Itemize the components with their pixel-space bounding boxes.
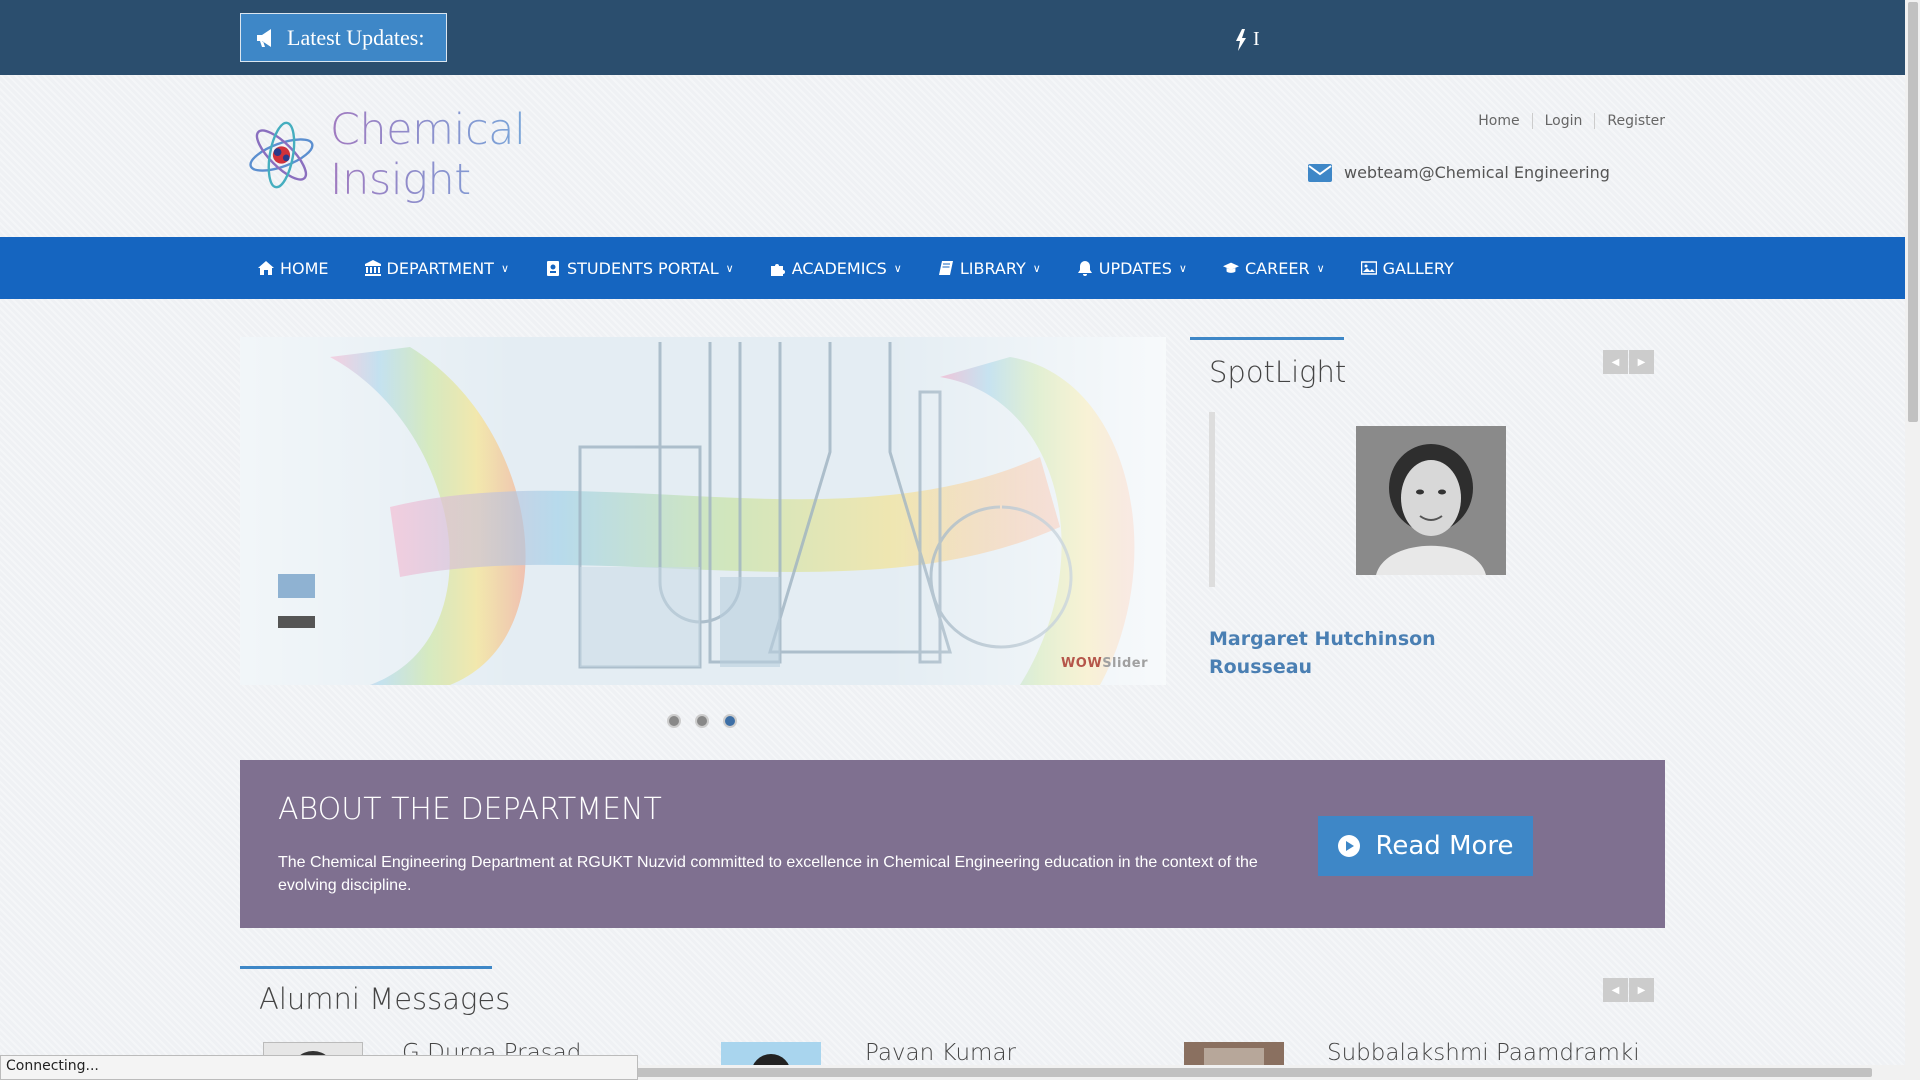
nav-gallery[interactable]: GALLERY — [1343, 237, 1472, 299]
about-title: ABOUT THE DEPARTMENT — [278, 792, 662, 827]
nav-label: LIBRARY — [959, 258, 1026, 278]
ticker-text: I — [1253, 28, 1260, 50]
contact-email[interactable]: webteam@Chemical Engineering — [1308, 163, 1610, 182]
login-link[interactable]: Login — [1531, 113, 1595, 129]
prev-arrow-icon[interactable]: ◀ — [1603, 978, 1628, 1002]
nav-home[interactable]: HOME — [240, 237, 347, 299]
nav-career[interactable]: CAREER ∨ — [1205, 237, 1343, 299]
logo-text: Chemical Insight — [330, 105, 665, 205]
vertical-scrollbar[interactable] — [1905, 0, 1920, 1080]
email-text: webteam@Chemical Engineering — [1344, 163, 1610, 182]
alumni-title: Alumni Messages — [259, 982, 511, 1016]
slider-dot-1[interactable] — [667, 714, 681, 728]
alumnus-name[interactable]: Pavan Kumar — [865, 1040, 1016, 1066]
watermark-a: WOW — [1060, 656, 1103, 671]
image-icon — [1360, 261, 1377, 275]
spotlight-accent-line — [1190, 337, 1344, 340]
nav-label: CAREER — [1244, 258, 1310, 278]
next-arrow-icon[interactable]: ▶ — [1629, 350, 1654, 374]
person-photo — [1356, 426, 1506, 575]
nav-label: HOME — [280, 258, 329, 278]
watermark-b: Slider — [1102, 656, 1148, 671]
bolt-icon — [1236, 28, 1246, 51]
updates-ticker[interactable]: I — [1235, 28, 1260, 51]
nav-label: GALLERY — [1382, 258, 1454, 278]
nav-academics[interactable]: ACADEMICS ∨ — [752, 237, 920, 299]
image-slider[interactable]: WOWSlider — [240, 337, 1166, 685]
slide-thumb-2[interactable] — [278, 616, 315, 628]
chevron-down-icon: ∨ — [1032, 261, 1041, 275]
spotlight-name[interactable]: Margaret Hutchinson Rousseau — [1209, 625, 1469, 681]
spotlight-arrows: ◀ ▶ — [1603, 350, 1654, 374]
bank-icon — [364, 260, 381, 276]
spotlight-divider — [1209, 412, 1215, 587]
nav-updates[interactable]: UPDATES ∨ — [1059, 237, 1205, 299]
latest-updates-button[interactable]: Latest Updates: — [240, 13, 447, 62]
nav-label: ACADEMICS — [791, 258, 887, 278]
bullhorn-icon — [257, 28, 271, 47]
chevron-down-icon: ∨ — [1316, 261, 1325, 275]
page: Latest Updates: I Chemical Insight Home … — [0, 0, 1905, 1080]
next-arrow-icon[interactable]: ▶ — [1629, 978, 1654, 1002]
read-more-label: Read More — [1375, 831, 1514, 861]
about-text: The Chemical Engineering Department at R… — [278, 854, 1258, 894]
slide-thumb-1[interactable] — [278, 574, 315, 598]
spotlight-panel: SpotLight ◀ ▶ Margaret Hutchinson Rousse… — [1190, 337, 1665, 685]
slider-dots — [667, 714, 737, 728]
chevron-down-icon: ∨ — [500, 261, 509, 275]
about-section: ABOUT THE DEPARTMENT The Chemical Engine… — [240, 760, 1665, 928]
top-links: Home Login Register — [1466, 113, 1665, 129]
atom-logo-icon — [249, 121, 314, 189]
latest-updates-label: Latest Updates: — [287, 24, 425, 50]
nav-students-portal[interactable]: STUDENTS PORTAL ∨ — [527, 237, 752, 299]
chevron-down-icon: ∨ — [725, 261, 734, 275]
browser-status-bar: Connecting... — [0, 1055, 638, 1080]
slider-dot-2[interactable] — [695, 714, 709, 728]
nav-label: UPDATES — [1098, 258, 1172, 278]
read-more-button[interactable]: Read More — [1318, 816, 1533, 876]
site-header: Chemical Insight Home Login Register web… — [0, 75, 1905, 237]
graduation-cap-icon — [1222, 262, 1239, 273]
main-nav: HOME DEPARTMENT ∨ STUDENTS PORTAL ∨ ACADEM… — [0, 237, 1905, 299]
spotlight-portrait[interactable] — [1356, 426, 1506, 575]
nav-department[interactable]: DEPARTMENT ∨ — [347, 237, 527, 299]
nav-label: STUDENTS PORTAL — [567, 258, 719, 278]
puzzle-icon — [770, 264, 785, 276]
spotlight-title: SpotLight — [1209, 355, 1347, 389]
alumni-arrows: ◀ ▶ — [1603, 978, 1654, 1002]
home-icon — [258, 261, 274, 275]
alumnus-name[interactable]: Subbalakshmi Paamdramki — [1327, 1040, 1640, 1066]
alumni-accent-line — [240, 966, 492, 969]
slide-overlay — [240, 337, 1166, 685]
id-badge-icon — [547, 261, 559, 276]
register-link[interactable]: Register — [1594, 113, 1665, 129]
chevron-down-icon: ∨ — [893, 261, 902, 275]
play-circle-icon — [1338, 835, 1361, 857]
nav-library[interactable]: LIBRARY ∨ — [920, 237, 1059, 299]
vertical-scroll-thumb[interactable] — [1908, 2, 1918, 422]
home-link[interactable]: Home — [1466, 113, 1531, 129]
book-icon — [938, 261, 953, 275]
slider-dot-3[interactable] — [723, 714, 737, 728]
envelope-icon — [1308, 163, 1332, 182]
prev-arrow-icon[interactable]: ◀ — [1603, 350, 1628, 374]
chevron-down-icon: ∨ — [1178, 261, 1187, 275]
site-logo[interactable]: Chemical Insight — [245, 105, 665, 205]
nav-label: DEPARTMENT — [386, 258, 494, 278]
bell-icon — [1077, 261, 1092, 276]
latest-updates-bar: Latest Updates: I — [0, 0, 1905, 75]
slider-watermark: WOWSlider — [1061, 656, 1148, 671]
